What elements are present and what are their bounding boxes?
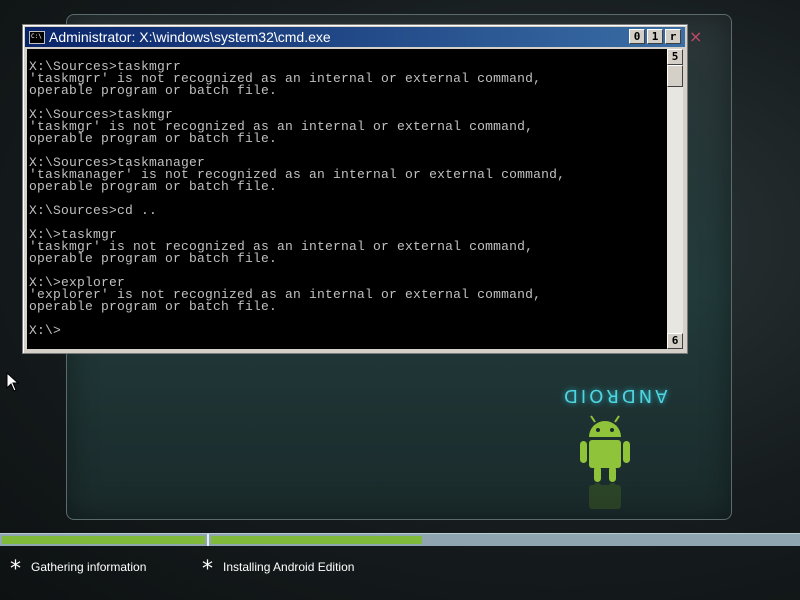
window-title: Administrator: X:\windows\system32\cmd.e… [49,29,331,45]
scroll-thumb[interactable] [667,65,683,87]
progress-segment-installing [211,536,422,544]
step-gathering-information: * Gathering information [10,557,147,582]
progress-segment-gathering [2,536,205,544]
window-controls: 0 1 r [629,29,681,44]
scroll-down-button[interactable]: 6 [667,333,683,349]
step-label: Installing Android Edition [223,560,355,574]
cmd-titlebar[interactable]: Administrator: X:\windows\system32\cmd.e… [25,27,685,47]
vertical-scrollbar[interactable]: 5 6 [667,49,683,349]
step-installing-android: * Installing Android Edition [202,557,355,582]
asterisk-icon: * [202,557,213,582]
cmd-window[interactable]: Administrator: X:\windows\system32\cmd.e… [22,24,688,354]
scroll-up-button[interactable]: 5 [667,49,683,65]
minimize-button[interactable]: 0 [629,29,645,44]
android-robot-icon [580,415,630,509]
step-label: Gathering information [31,560,147,574]
maximize-button[interactable]: 1 [647,29,663,44]
asterisk-icon: * [10,557,21,582]
close-icon[interactable]: × [689,27,702,46]
console-output[interactable]: X:\Sources>taskmgrr 'taskmgrr' is not re… [27,49,667,349]
android-wordmark: ANDROID [561,385,668,406]
close-button[interactable]: r [665,29,681,44]
setup-progress-bar [0,533,800,546]
mouse-pointer-icon [6,372,20,392]
progress-divider [207,534,209,546]
console-text: X:\Sources>taskmgrr 'taskmgrr' is not re… [29,59,566,338]
cmd-app-icon[interactable] [29,30,45,44]
